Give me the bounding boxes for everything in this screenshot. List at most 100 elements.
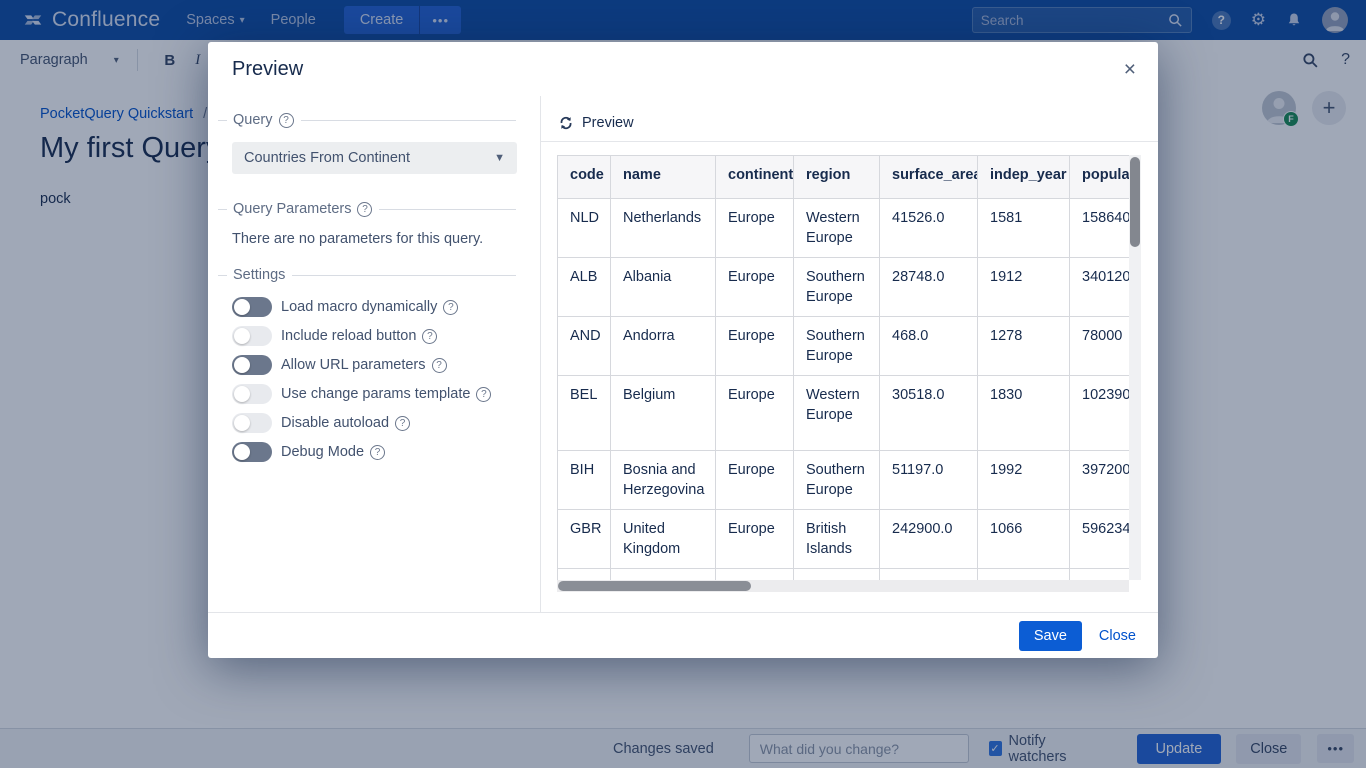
toggle-switch[interactable] (232, 413, 272, 433)
column-header-region: region (794, 156, 880, 199)
table-row: NLDNetherlandsEuropeWestern Europe41526.… (558, 199, 1142, 258)
query-help-icon[interactable]: ? (279, 113, 294, 128)
toggle-switch[interactable] (232, 355, 272, 375)
toggle-switch[interactable] (232, 297, 272, 317)
no-params-message: There are no parameters for this query. (232, 231, 516, 247)
modal-header: Preview × (208, 42, 1158, 96)
column-header-indep_year: indep_year (978, 156, 1070, 199)
toggle-knob (234, 415, 250, 431)
query-legend-label: Query (233, 112, 273, 128)
table-cell: Andorra (611, 317, 716, 376)
horizontal-scrollbar[interactable] (557, 580, 1129, 592)
toggle-label: Allow URL parameters? (281, 357, 447, 373)
table-cell: Bosnia and Herzegovina (611, 451, 716, 510)
result-table: codenamecontinentregionsurface_areaindep… (557, 155, 1141, 580)
toggle-switch[interactable] (232, 384, 272, 404)
table-cell: Eastern Europe (794, 569, 880, 581)
table-cell: Belgium (611, 376, 716, 451)
table-row: ANDAndorraEuropeSouthern Europe468.01278… (558, 317, 1142, 376)
settings-section-legend: Settings (218, 267, 516, 283)
column-header-code: code (558, 156, 611, 199)
table-cell: Southern Europe (794, 317, 880, 376)
table-cell: 1912 (978, 258, 1070, 317)
table-cell: Europe (716, 317, 794, 376)
params-legend-label: Query Parameters (233, 201, 351, 217)
setting-toggle-row: Allow URL parameters? (232, 355, 516, 375)
modal-close-button[interactable]: Close (1099, 628, 1136, 644)
table-cell: ALB (558, 258, 611, 317)
settings-legend-label: Settings (233, 267, 285, 283)
toggle-switch[interactable] (232, 442, 272, 462)
table-cell: Southern Europe (794, 451, 880, 510)
table-cell: 1066 (978, 510, 1070, 569)
query-selected-value: Countries From Continent (244, 150, 494, 166)
toggle-help-icon[interactable]: ? (432, 358, 447, 373)
setting-toggle-row: Debug Mode? (232, 442, 516, 462)
table-cell: 28748.0 (880, 258, 978, 317)
result-table-zone: codenamecontinentregionsurface_areaindep… (557, 155, 1141, 592)
query-section-legend: Query ? (218, 112, 516, 128)
toggle-help-icon[interactable]: ? (476, 387, 491, 402)
toggle-label: Disable autoload? (281, 415, 410, 431)
table-cell: Europe (716, 569, 794, 581)
table-cell: 1278 (978, 317, 1070, 376)
table-cell: 242900.0 (880, 510, 978, 569)
table-row: GBRUnited KingdomEuropeBritish Islands24… (558, 510, 1142, 569)
table-cell: NLD (558, 199, 611, 258)
table-cell: 51197.0 (880, 451, 978, 510)
horizontal-scrollbar-thumb[interactable] (558, 581, 751, 591)
chevron-down-icon: ▼ (494, 152, 505, 164)
table-cell: BGR (558, 569, 611, 581)
query-config-panel: Query ? Countries From Continent ▼ Query… (208, 96, 541, 612)
table-cell: Southern Europe (794, 258, 880, 317)
table-cell: Netherlands (611, 199, 716, 258)
setting-toggle-row: Use change params template? (232, 384, 516, 404)
settings-toggles: Load macro dynamically? Include reload bu… (232, 297, 516, 462)
table-cell: Europe (716, 258, 794, 317)
column-header-continent: continent (716, 156, 794, 199)
column-header-surface_area: surface_area (880, 156, 978, 199)
table-cell: 1830 (978, 376, 1070, 451)
toggle-help-icon[interactable]: ? (443, 300, 458, 315)
setting-toggle-row: Disable autoload? (232, 413, 516, 433)
table-cell: Europe (716, 510, 794, 569)
setting-toggle-row: Include reload button? (232, 326, 516, 346)
toggle-help-icon[interactable]: ? (370, 445, 385, 460)
table-cell: Western Europe (794, 199, 880, 258)
toggle-switch[interactable] (232, 326, 272, 346)
close-icon[interactable]: × (1124, 59, 1136, 80)
table-cell: Europe (716, 451, 794, 510)
query-select-dropdown[interactable]: Countries From Continent ▼ (232, 142, 517, 174)
vertical-scrollbar-thumb[interactable] (1130, 157, 1140, 247)
table-cell: Western Europe (794, 376, 880, 451)
save-button[interactable]: Save (1019, 621, 1082, 651)
toggle-label: Load macro dynamically? (281, 299, 458, 315)
refresh-icon[interactable] (558, 115, 574, 131)
table-cell: GBR (558, 510, 611, 569)
vertical-scrollbar[interactable] (1129, 155, 1141, 580)
table-cell: BEL (558, 376, 611, 451)
table-cell: 1992 (978, 451, 1070, 510)
table-cell: BIH (558, 451, 611, 510)
params-section-legend: Query Parameters ? (218, 201, 516, 217)
toggle-label: Use change params template? (281, 386, 491, 402)
table-row: BIHBosnia and HerzegovinaEuropeSouthern … (558, 451, 1142, 510)
toggle-knob (234, 299, 250, 315)
toggle-knob (234, 386, 250, 402)
table-cell: Europe (716, 199, 794, 258)
table-cell: Albania (611, 258, 716, 317)
table-cell: 468.0 (880, 317, 978, 376)
toggle-help-icon[interactable]: ? (395, 416, 410, 431)
params-help-icon[interactable]: ? (357, 202, 372, 217)
table-row: BELBelgiumEuropeWestern Europe30518.0183… (558, 376, 1142, 451)
table-cell: Bulgaria (611, 569, 716, 581)
toggle-help-icon[interactable]: ? (422, 329, 437, 344)
preview-panel: Preview codenamecontinentregionsurface_a… (541, 96, 1158, 612)
table-cell: British Islands (794, 510, 880, 569)
table-cell: Europe (716, 376, 794, 451)
modal-title: Preview (232, 58, 303, 81)
toggle-label: Include reload button? (281, 328, 437, 344)
preview-modal: Preview × Query ? Countries From Contine… (208, 42, 1158, 658)
table-cell: 110994.0 (880, 569, 978, 581)
table-cell: 41526.0 (880, 199, 978, 258)
